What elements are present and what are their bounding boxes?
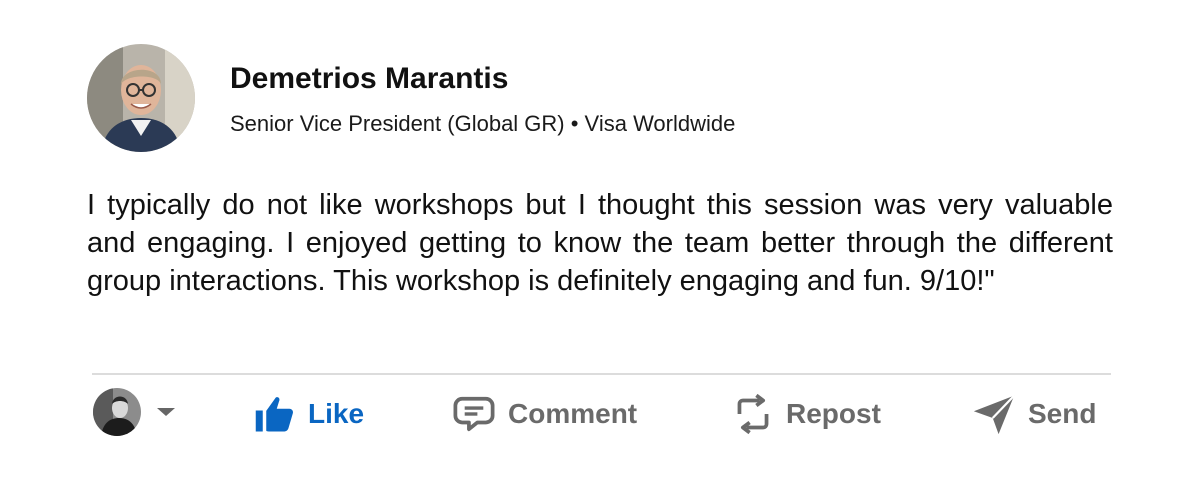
thumbs-up-icon	[254, 393, 296, 435]
comment-icon	[452, 393, 496, 435]
author-headline: Senior Vice President (Global GR) • Visa…	[230, 111, 736, 136]
send-icon	[972, 392, 1016, 436]
chevron-down-icon	[157, 408, 175, 416]
comment-label: Comment	[508, 398, 638, 429]
social-action-bar: Like Comment Repost Send	[0, 382, 1200, 446]
repost-button[interactable]: Repost	[732, 386, 881, 442]
repost-icon	[732, 392, 774, 436]
author-name[interactable]: Demetrios Marantis	[230, 62, 508, 96]
like-label: Like	[308, 398, 365, 429]
send-button[interactable]: Send	[972, 386, 1096, 442]
post-text: I typically do not like workshops but I …	[87, 189, 1113, 297]
divider	[92, 373, 1111, 375]
reaction-identity-switcher[interactable]	[93, 387, 175, 437]
comment-button[interactable]: Comment	[452, 386, 637, 442]
send-label: Send	[1028, 398, 1097, 429]
like-button[interactable]: Like	[254, 386, 364, 442]
author-avatar[interactable]	[87, 44, 195, 152]
post-card: Demetrios Marantis Senior Vice President…	[0, 0, 1200, 500]
viewer-avatar	[93, 388, 141, 436]
repost-label: Repost	[786, 398, 881, 429]
